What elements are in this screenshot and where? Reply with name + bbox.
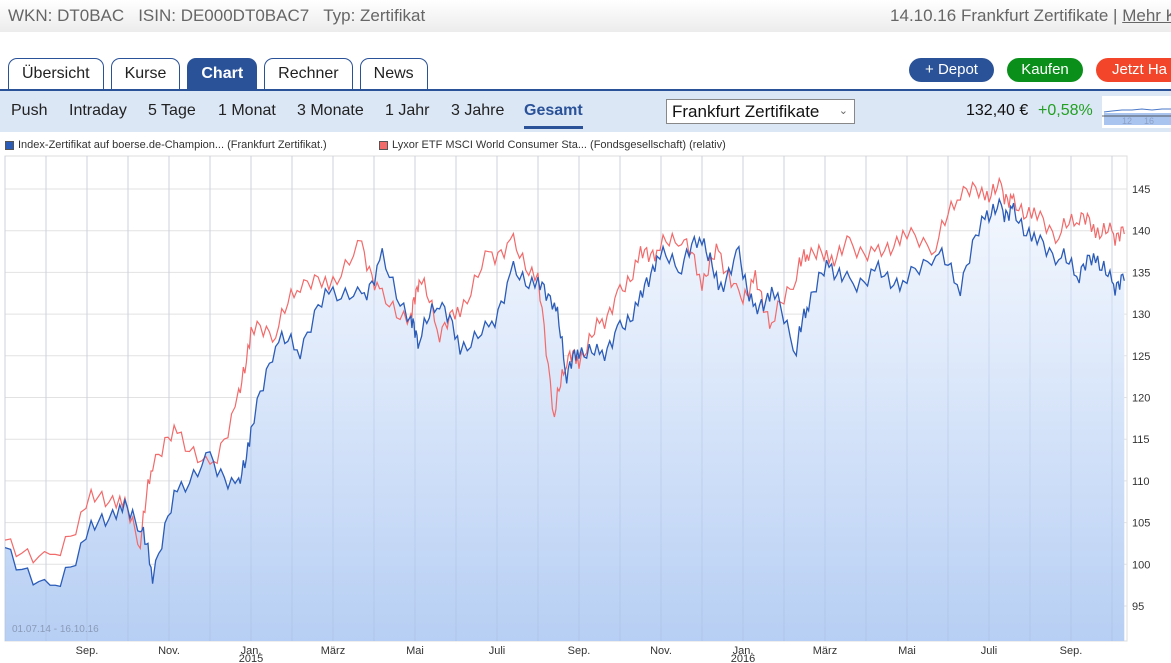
x-tick-label: Mai [898,645,916,657]
x-tick-label: Sep. [76,645,99,657]
x-tick-label: Juli [981,645,998,657]
legend-label: Lyxor ETF MSCI World Consumer Sta... (Fo… [392,139,726,151]
y-tick-label: 130 [1132,309,1150,321]
add-to-depot-button[interactable]: + Depot [909,58,994,82]
more-link[interactable]: Mehr K [1122,6,1171,25]
chevron-down-icon: ⌄ [838,105,848,117]
legend-swatch-blue [5,140,14,150]
buy-button[interactable]: Kaufen [1007,58,1083,82]
y-tick-label: 120 [1132,393,1150,405]
trade-now-button[interactable]: Jetzt Ha [1096,58,1171,82]
tab-rechner[interactable]: Rechner [264,58,353,90]
tab-kurse[interactable]: Kurse [110,58,181,90]
type: Typ: Zertifikat [323,6,426,25]
x-tick-label: Sep. [1060,645,1083,657]
tab-news[interactable]: News [359,58,428,90]
instrument-header: WKN: DT0BAC ISIN: DE000DT0BAC7 Typ: Zertif… [0,0,1171,32]
wkn: WKN: DT0BAC [8,6,125,25]
main-tabs: Übersicht Kurse Chart Rechner News [8,58,428,90]
y-tick-label: 125 [1132,351,1150,363]
x-tick-label: Mai [406,645,424,657]
price-change: +0,58% [1038,102,1093,119]
x-tick-label: März [321,645,345,657]
range-1-jahr[interactable]: 1 Jahr [385,102,429,120]
x-tick-label: Nov. [158,645,180,657]
range-5-tage[interactable]: 5 Tage [148,102,196,120]
range-nav: Push Intraday 5 Tage 1 Monat 3 Monate 1 … [0,89,1171,132]
y-tick-label: 105 [1132,518,1150,530]
y-tick-label: 95 [1132,601,1144,613]
x-tick-label: Juli [489,645,506,657]
mini-chart-label: 12 [1122,116,1132,126]
isin: ISIN: DE000DT0BAC7 [138,6,310,25]
y-tick-label: 140 [1132,226,1150,238]
legend-item: Lyxor ETF MSCI World Consumer Sta... (Fo… [379,139,726,151]
x-tick-label: Nov. [650,645,672,657]
range-gesamt[interactable]: Gesamt [524,102,583,129]
tab-uebersicht[interactable]: Übersicht [8,58,104,90]
price-chart: 95 100 105 110 115 120 125 130 135 140 145 Sep. Nov.… [4,155,1150,663]
x-tick-year: 2016 [731,653,755,663]
legend-label: Index-Zertifikat auf boerse.de-Champion.… [18,139,327,151]
x-tick-label: Sep. [568,645,591,657]
range-1-monat[interactable]: 1 Monat [218,102,276,120]
mini-chart-label: 16 [1144,116,1154,126]
y-tick-label: 145 [1132,184,1150,196]
range-3-monate[interactable]: 3 Monate [297,102,364,120]
x-tick-label: März [813,645,837,657]
quote-date-exchange: 14.10.16 Frankfurt Zertifikate | [890,6,1118,25]
legend-item: Index-Zertifikat auf boerse.de-Champion.… [5,139,327,151]
last-price: 132,40 € [966,102,1029,119]
y-tick-label: 100 [1132,559,1150,571]
chart-date-range: 01.07.14 - 16.10.16 [12,624,99,635]
tab-chart[interactable]: Chart [187,58,258,90]
legend-swatch-red [379,140,388,150]
range-push[interactable]: Push [11,102,47,120]
range-3-jahre[interactable]: 3 Jahre [451,102,504,120]
y-tick-label: 135 [1132,267,1150,279]
y-tick-label: 110 [1132,476,1150,488]
y-tick-label: 115 [1132,434,1150,446]
exchange-select-value: Frankfurt Zertifikate [672,102,820,121]
mini-chart[interactable]: 12 16 [1102,96,1171,128]
x-tick-year: 2015 [239,653,263,663]
range-intraday[interactable]: Intraday [69,102,127,120]
exchange-select[interactable]: Frankfurt Zertifikate ⌄ [666,99,855,124]
